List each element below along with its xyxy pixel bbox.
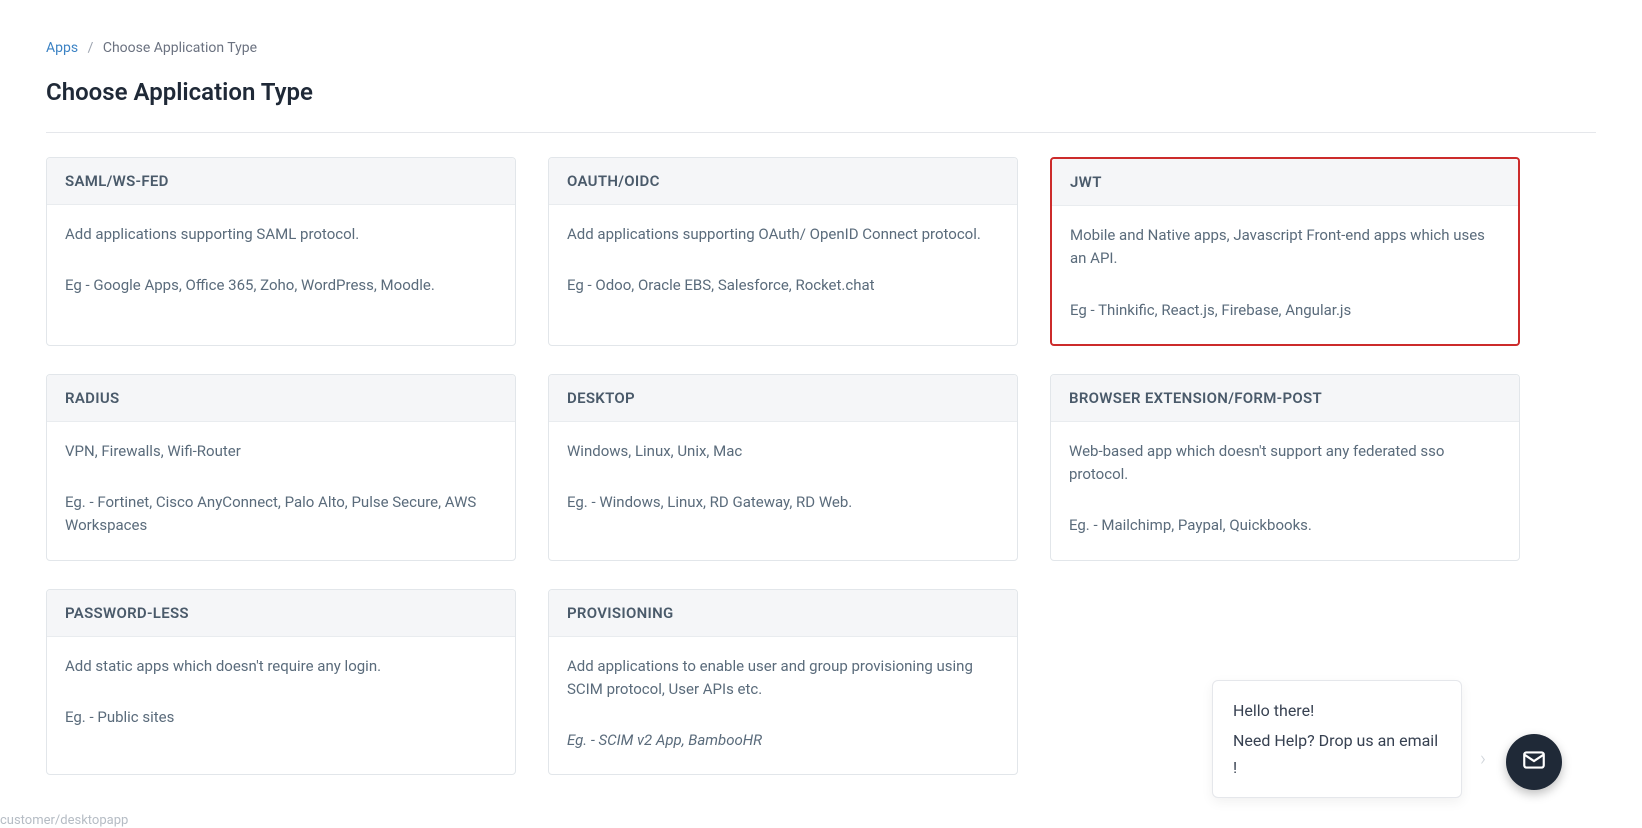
- breadcrumb-current: Choose Application Type: [103, 40, 257, 56]
- card-examples: Eg - Thinkific, React.js, Firebase, Angu…: [1070, 299, 1500, 322]
- card-header: DESKTOP: [549, 375, 1017, 422]
- breadcrumb: Apps / Choose Application Type: [46, 40, 1596, 56]
- card-radius[interactable]: RADIUS VPN, Firewalls, Wifi-Router Eg. -…: [46, 374, 516, 561]
- card-title: PASSWORD-LESS: [65, 604, 497, 622]
- page-title: Choose Application Type: [46, 78, 1596, 106]
- card-description: Add static apps which doesn't require an…: [65, 655, 497, 678]
- card-title: SAML/WS-FED: [65, 172, 497, 190]
- card-password-less[interactable]: PASSWORD-LESS Add static apps which does…: [46, 589, 516, 776]
- card-header: SAML/WS-FED: [47, 158, 515, 205]
- card-examples: Eg. - Public sites: [65, 706, 497, 729]
- card-header: JWT: [1052, 159, 1518, 206]
- card-body: Add static apps which doesn't require an…: [47, 637, 515, 775]
- card-body: Mobile and Native apps, Javascript Front…: [1052, 206, 1518, 344]
- card-examples: Eg - Odoo, Oracle EBS, Salesforce, Rocke…: [567, 274, 999, 297]
- card-body: Web-based app which doesn't support any …: [1051, 422, 1519, 560]
- chat-tooltip-line1: Hello there!: [1233, 697, 1441, 724]
- chevron-right-icon: ›: [1480, 746, 1486, 770]
- card-body: Add applications to enable user and grou…: [549, 637, 1017, 775]
- card-header: PROVISIONING: [549, 590, 1017, 637]
- card-header: OAUTH/OIDC: [549, 158, 1017, 205]
- card-title: BROWSER EXTENSION/FORM-POST: [1069, 389, 1501, 407]
- section-divider: [46, 132, 1596, 133]
- card-description: Web-based app which doesn't support any …: [1069, 440, 1501, 487]
- chat-launcher-button[interactable]: [1506, 734, 1562, 790]
- card-desktop[interactable]: DESKTOP Windows, Linux, Unix, Mac Eg. - …: [548, 374, 1018, 561]
- chat-tooltip-line2: Need Help? Drop us an email !: [1233, 727, 1441, 781]
- card-description: Mobile and Native apps, Javascript Front…: [1070, 224, 1500, 271]
- breadcrumb-root-link[interactable]: Apps: [46, 40, 78, 56]
- card-body: Add applications supporting SAML protoco…: [47, 205, 515, 345]
- card-header: RADIUS: [47, 375, 515, 422]
- card-description: Add applications to enable user and grou…: [567, 655, 999, 702]
- card-description: Add applications supporting SAML protoco…: [65, 223, 497, 246]
- card-description: VPN, Firewalls, Wifi-Router: [65, 440, 497, 463]
- card-description: Windows, Linux, Unix, Mac: [567, 440, 999, 463]
- card-examples: Eg - Google Apps, Office 365, Zoho, Word…: [65, 274, 497, 297]
- card-title: DESKTOP: [567, 389, 999, 407]
- footer-hint: customer/desktopapp: [0, 813, 128, 828]
- card-title: JWT: [1070, 173, 1500, 191]
- card-body: Add applications supporting OAuth/ OpenI…: [549, 205, 1017, 345]
- card-saml-ws-fed[interactable]: SAML/WS-FED Add applications supporting …: [46, 157, 516, 346]
- card-oauth-oidc[interactable]: OAUTH/OIDC Add applications supporting O…: [548, 157, 1018, 346]
- card-examples: Eg. - SCIM v2 App, BambooHR: [567, 729, 999, 752]
- card-provisioning[interactable]: PROVISIONING Add applications to enable …: [548, 589, 1018, 776]
- chat-tooltip: Hello there! Need Help? Drop us an email…: [1212, 680, 1462, 798]
- card-title: RADIUS: [65, 389, 497, 407]
- card-examples: Eg. - Mailchimp, Paypal, Quickbooks.: [1069, 514, 1501, 537]
- card-examples: Eg. - Fortinet, Cisco AnyConnect, Palo A…: [65, 491, 497, 538]
- card-header: BROWSER EXTENSION/FORM-POST: [1051, 375, 1519, 422]
- card-title: OAUTH/OIDC: [567, 172, 999, 190]
- card-browser-extension-form-post[interactable]: BROWSER EXTENSION/FORM-POST Web-based ap…: [1050, 374, 1520, 561]
- card-header: PASSWORD-LESS: [47, 590, 515, 637]
- card-body: VPN, Firewalls, Wifi-Router Eg. - Fortin…: [47, 422, 515, 560]
- card-jwt[interactable]: JWT Mobile and Native apps, Javascript F…: [1050, 157, 1520, 346]
- mail-icon: [1521, 747, 1547, 777]
- card-title: PROVISIONING: [567, 604, 999, 622]
- breadcrumb-separator: /: [88, 40, 94, 56]
- card-examples: Eg. - Windows, Linux, RD Gateway, RD Web…: [567, 491, 999, 514]
- card-description: Add applications supporting OAuth/ OpenI…: [567, 223, 999, 246]
- card-body: Windows, Linux, Unix, Mac Eg. - Windows,…: [549, 422, 1017, 560]
